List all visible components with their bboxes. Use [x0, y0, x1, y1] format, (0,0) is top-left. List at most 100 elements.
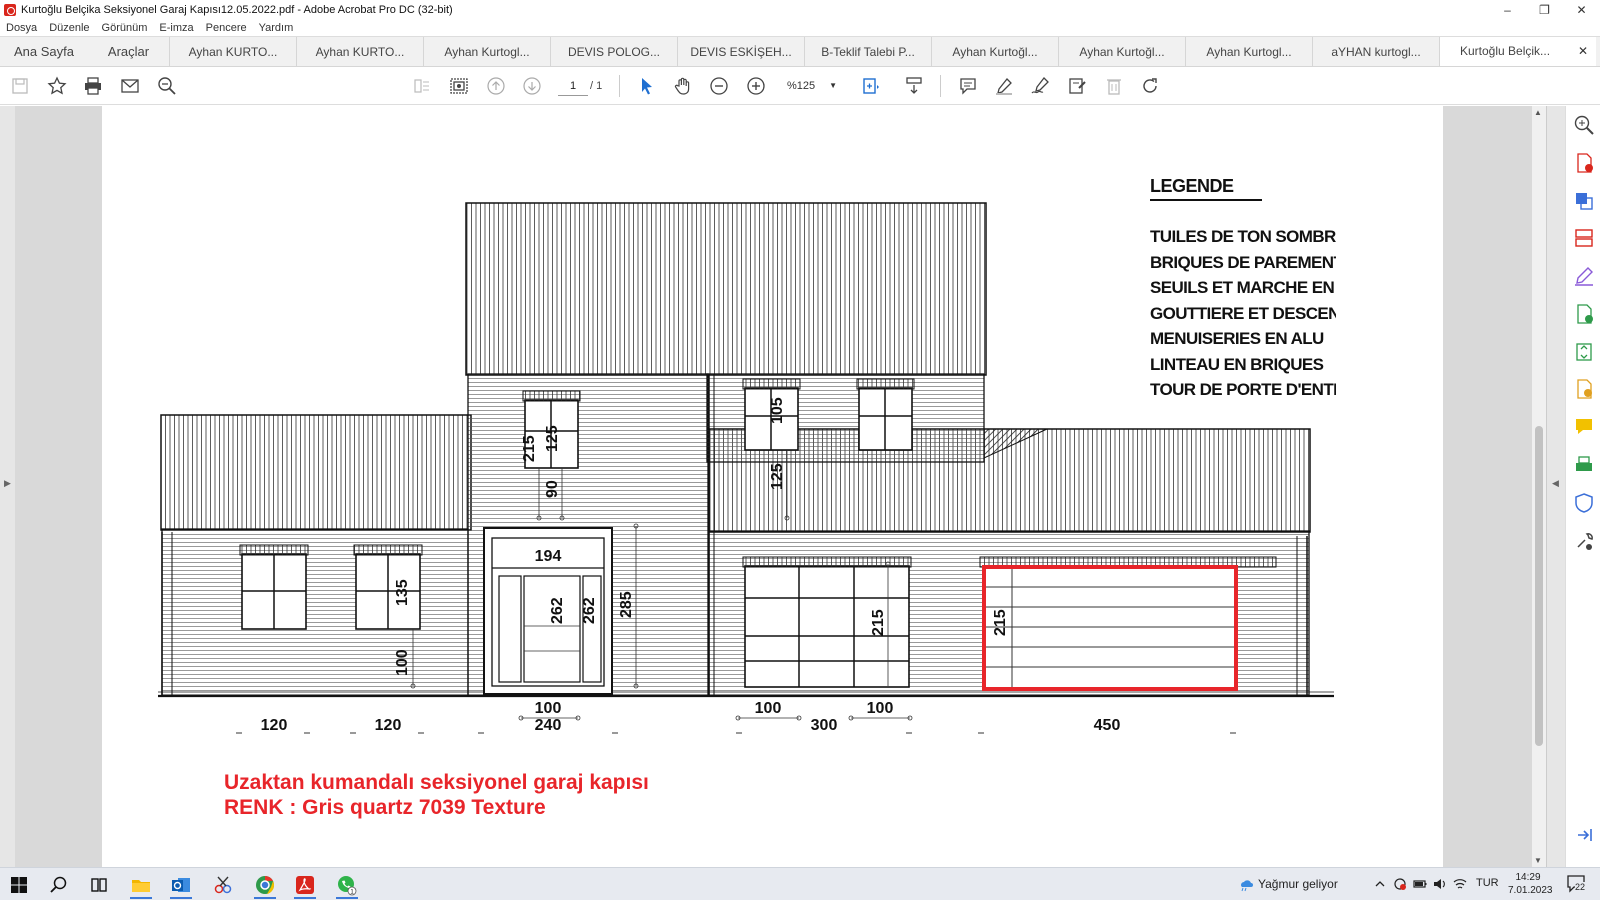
task-view-icon[interactable] [82, 871, 116, 899]
dim-label: 90 [544, 480, 561, 498]
page-thumbnails-icon[interactable] [411, 75, 433, 97]
search-icon[interactable] [42, 871, 76, 899]
weather-text[interactable]: Yağmur geliyor [1258, 877, 1338, 891]
weather-rain-icon[interactable] [1237, 876, 1253, 892]
protect-shield-icon[interactable] [1573, 492, 1595, 514]
minimize-button[interactable]: – [1489, 0, 1526, 19]
volume-icon[interactable] [1432, 876, 1448, 892]
tab-document[interactable]: Ayhan KURTO... [297, 37, 424, 66]
select-cursor-icon[interactable] [635, 75, 657, 97]
vertical-scrollbar[interactable]: ▲ ▼ [1532, 106, 1546, 867]
export-pdf-icon[interactable] [1573, 152, 1595, 174]
comment-icon[interactable] [957, 75, 979, 97]
find-zoom-icon[interactable] [156, 75, 178, 97]
page-down-icon[interactable] [521, 75, 543, 97]
legend-item: TUILES DE TON SOMBRE [1150, 227, 1336, 246]
scroll-thumb[interactable] [1535, 426, 1543, 746]
compress-pdf-icon[interactable] [1573, 341, 1595, 363]
running-indicator [130, 897, 152, 899]
input-language[interactable]: TUR [1476, 877, 1499, 889]
page-view-icon[interactable] [860, 75, 882, 97]
redact-icon[interactable] [1066, 75, 1088, 97]
close-window-button[interactable]: ✕ [1563, 0, 1600, 19]
battery-icon[interactable] [1412, 876, 1428, 892]
wifi-icon[interactable] [1452, 876, 1468, 892]
tab-tools[interactable]: Araçlar [88, 37, 170, 66]
legend-list: TUILES DE TON SOMBRE BRIQUES DE PAREMENT… [1150, 224, 1336, 403]
delete-icon[interactable] [1103, 75, 1125, 97]
chrome-icon[interactable] [248, 871, 282, 899]
toolbar-divider [940, 75, 941, 97]
dim-label: 100 [535, 700, 562, 717]
zoom-in-icon[interactable] [745, 75, 767, 97]
menu-dosya[interactable]: Dosya [6, 22, 37, 34]
show-hidden-icons-chevron-icon[interactable] [1372, 876, 1388, 892]
pdf-page: 215 125 90 105 125 135 100 262 262 285 2… [102, 106, 1443, 867]
scroll-mode-icon[interactable] [903, 75, 925, 97]
create-pdf-icon[interactable] [1573, 303, 1595, 325]
clock[interactable]: 14:29 7.01.2023 [1508, 871, 1553, 897]
running-indicator [336, 897, 358, 899]
tab-document[interactable]: Ayhan Kurtogl... [1186, 37, 1313, 66]
tab-document[interactable]: DEVIS POLOG... [551, 37, 678, 66]
chevron-down-icon: ▼ [829, 81, 837, 90]
left-pane-toggle[interactable]: ▶ [0, 106, 15, 867]
save-icon[interactable] [9, 75, 31, 97]
zoom-out-icon[interactable] [708, 75, 730, 97]
outlook-icon[interactable] [164, 871, 198, 899]
menu-yardim[interactable]: Yardım [259, 22, 294, 34]
search-zoom-icon[interactable] [1573, 114, 1595, 136]
tab-document[interactable]: DEVIS ESKİŞEH... [678, 37, 805, 66]
zoom-level-select[interactable]: %125 ▼ [787, 76, 837, 96]
scroll-down-icon[interactable]: ▼ [1534, 856, 1542, 865]
translate-pdf-icon[interactable] [1573, 190, 1595, 212]
tab-document[interactable]: aYHAN kurtogl... [1313, 37, 1440, 66]
rotate-icon[interactable] [1139, 75, 1161, 97]
menu-duzenle[interactable]: Düzenle [49, 22, 89, 34]
edit-pdf-icon[interactable] [1573, 378, 1595, 400]
sign-icon[interactable] [1029, 75, 1051, 97]
highlight-pen-icon[interactable] [993, 75, 1015, 97]
tab-document[interactable]: Ayhan Kurtogl... [424, 37, 551, 66]
menu-pencere[interactable]: Pencere [206, 22, 247, 34]
tab-home[interactable]: Ana Sayfa [0, 37, 88, 66]
file-explorer-icon[interactable] [124, 871, 158, 899]
dim-label: 100 [867, 700, 894, 717]
fill-sign-icon[interactable] [1573, 265, 1595, 287]
snapshot-icon[interactable] [448, 75, 470, 97]
tab-document[interactable]: Ayhan Kurtoğl... [932, 37, 1059, 66]
tab-document[interactable]: Ayhan Kurtoğl... [1059, 37, 1186, 66]
acrobat-taskbar-icon[interactable] [288, 871, 322, 899]
collapse-pane-icon[interactable] [1573, 824, 1595, 846]
restore-button[interactable]: ❐ [1526, 0, 1563, 19]
tab-document[interactable]: B-Teklif Talebi P... [805, 37, 932, 66]
dim-label: 262 [581, 597, 598, 624]
menu-gorunum[interactable]: Görünüm [102, 22, 148, 34]
snipping-tool-icon[interactable] [206, 871, 240, 899]
notification-center-icon[interactable]: 22 [1566, 874, 1588, 894]
windows-taskbar: 1 Yağmur geliyor TUR 14:29 7.01.2023 22 [0, 867, 1600, 900]
right-pane-toggle[interactable]: ◀ [1546, 106, 1565, 867]
email-icon[interactable] [119, 75, 141, 97]
star-icon[interactable] [46, 75, 68, 97]
more-tools-icon[interactable] [1573, 530, 1595, 552]
scan-ocr-icon[interactable] [1573, 454, 1595, 476]
zoom-level-value: %125 [787, 80, 816, 92]
page-number-input[interactable]: 1 [558, 76, 588, 96]
menu-e-imza[interactable]: E-imza [159, 22, 193, 34]
whatsapp-icon[interactable]: 1 [330, 871, 364, 899]
print-icon[interactable] [82, 75, 104, 97]
tab-document-active[interactable]: Kurtoğlu Belçik... ✕ [1440, 37, 1596, 66]
comment-tool-icon[interactable] [1573, 416, 1595, 438]
windows-start-icon[interactable] [2, 871, 36, 899]
organize-pages-icon[interactable] [1573, 227, 1595, 249]
hand-tool-icon[interactable] [672, 75, 694, 97]
tab-document[interactable]: Ayhan KURTO... [170, 37, 297, 66]
running-indicator [254, 897, 276, 899]
dim-label: 240 [535, 717, 562, 734]
page-up-icon[interactable] [485, 75, 507, 97]
close-tab-icon[interactable]: ✕ [1578, 44, 1588, 58]
chevron-left-icon: ◀ [1552, 478, 1559, 488]
scroll-up-icon[interactable]: ▲ [1534, 108, 1542, 117]
network-status-icon[interactable] [1392, 876, 1408, 892]
